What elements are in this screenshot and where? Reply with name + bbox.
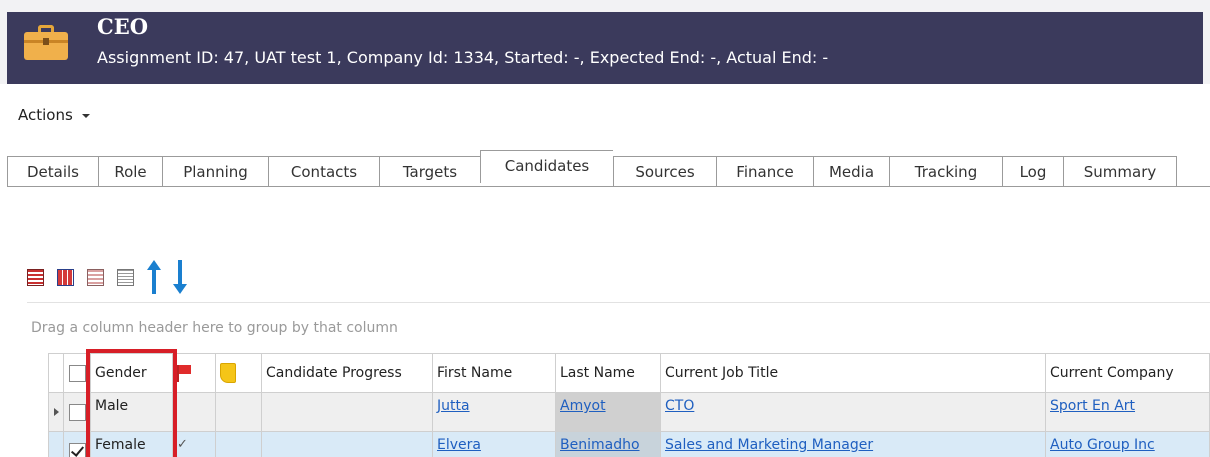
grid-header-row: Gender Candidate Progress First Name Las… (48, 353, 1210, 393)
row-checkbox[interactable] (68, 442, 86, 457)
last-name-cell[interactable]: Benimadho (556, 432, 661, 457)
tab-sources[interactable]: Sources (613, 156, 716, 187)
flag-icon (177, 364, 191, 382)
table-row[interactable]: Male Jutta Amyot CTO Sport En Art (48, 393, 1210, 432)
flag-cell[interactable] (173, 393, 216, 432)
last-name-cell[interactable]: Amyot (556, 393, 661, 432)
page-title: CEO (97, 14, 149, 39)
detail-view-icon[interactable] (87, 268, 104, 286)
note-icon (220, 363, 236, 383)
arrow-up-icon[interactable] (147, 260, 161, 294)
column-header-last-name[interactable]: Last Name (556, 353, 661, 393)
toolbar-divider (27, 302, 1210, 303)
company-cell[interactable]: Auto Group Inc (1046, 432, 1210, 457)
note-cell[interactable] (216, 393, 262, 432)
tab-contacts[interactable]: Contacts (268, 156, 379, 187)
list-view-icon[interactable] (117, 268, 134, 286)
row-indicator (48, 432, 64, 457)
tab-details[interactable]: Details (7, 156, 98, 187)
last-name-link[interactable]: Benimadho (560, 437, 640, 453)
tab-targets[interactable]: Targets (379, 156, 480, 187)
column-header-current-job-title[interactable]: Current Job Title (661, 353, 1046, 393)
table-row[interactable]: Female ✓ Elvera Benimadho Sales and Mark… (48, 432, 1210, 457)
candidate-progress-cell[interactable] (262, 393, 433, 432)
check-mark-icon: ✓ (177, 437, 188, 452)
arrow-down-icon[interactable] (173, 260, 187, 294)
job-title-link[interactable]: CTO (665, 398, 694, 414)
tab-summary[interactable]: Summary (1063, 156, 1177, 187)
row-indicator-header (48, 353, 64, 393)
job-title-cell[interactable]: Sales and Marketing Manager (661, 432, 1046, 457)
company-link[interactable]: Sport En Art (1050, 398, 1135, 414)
flag-cell[interactable]: ✓ (173, 432, 216, 457)
card-view-icon[interactable] (57, 268, 74, 286)
last-name-link[interactable]: Amyot (560, 398, 606, 414)
candidate-progress-cell[interactable] (262, 432, 433, 457)
column-header-flag[interactable] (173, 353, 216, 393)
company-link[interactable]: Auto Group Inc (1050, 437, 1155, 453)
row-indicator (48, 393, 64, 432)
row-select-cell[interactable] (64, 393, 91, 432)
tab-log[interactable]: Log (1002, 156, 1063, 187)
column-header-candidate-progress[interactable]: Candidate Progress (262, 353, 433, 393)
tab-tracking[interactable]: Tracking (889, 156, 1002, 187)
note-cell[interactable] (216, 432, 262, 457)
select-all-checkbox[interactable] (68, 364, 86, 382)
actions-label: Actions (18, 106, 73, 124)
tab-role[interactable]: Role (98, 156, 162, 187)
column-header-current-company[interactable]: Current Company (1046, 353, 1210, 393)
first-name-cell[interactable]: Jutta (433, 393, 556, 432)
select-all-header[interactable] (64, 353, 91, 393)
tab-media[interactable]: Media (813, 156, 889, 187)
assignment-header: CEO Assignment ID: 47, UAT test 1, Compa… (0, 0, 1210, 84)
job-title-cell[interactable]: CTO (661, 393, 1046, 432)
tab-finance[interactable]: Finance (716, 156, 813, 187)
chevron-down-icon (81, 114, 90, 118)
column-header-gender[interactable]: Gender (91, 353, 173, 393)
first-name-cell[interactable]: Elvera (433, 432, 556, 457)
briefcase-icon (24, 25, 68, 60)
actions-menu[interactable]: Actions (18, 106, 90, 124)
group-by-hint[interactable]: Drag a column header here to group by th… (31, 320, 398, 336)
row-select-cell[interactable] (64, 432, 91, 457)
tab-bar: Details Role Planning Contacts Targets C… (7, 150, 1177, 187)
column-header-first-name[interactable]: First Name (433, 353, 556, 393)
gender-cell[interactable]: Male (91, 393, 173, 432)
column-header-note[interactable] (216, 353, 262, 393)
tab-planning[interactable]: Planning (162, 156, 268, 187)
grid-toolbar (27, 260, 199, 294)
current-row-icon (53, 408, 59, 416)
tab-candidates[interactable]: Candidates (480, 150, 613, 183)
row-checkbox[interactable] (68, 403, 86, 421)
company-cell[interactable]: Sport En Art (1046, 393, 1210, 432)
assignment-summary: Assignment ID: 47, UAT test 1, Company I… (97, 48, 829, 67)
job-title-link[interactable]: Sales and Marketing Manager (665, 437, 873, 453)
candidates-grid: Gender Candidate Progress First Name Las… (48, 353, 1210, 457)
grid-view-icon[interactable] (27, 268, 44, 286)
gender-cell[interactable]: Female (91, 432, 173, 457)
first-name-link[interactable]: Jutta (437, 398, 470, 414)
first-name-link[interactable]: Elvera (437, 437, 481, 453)
